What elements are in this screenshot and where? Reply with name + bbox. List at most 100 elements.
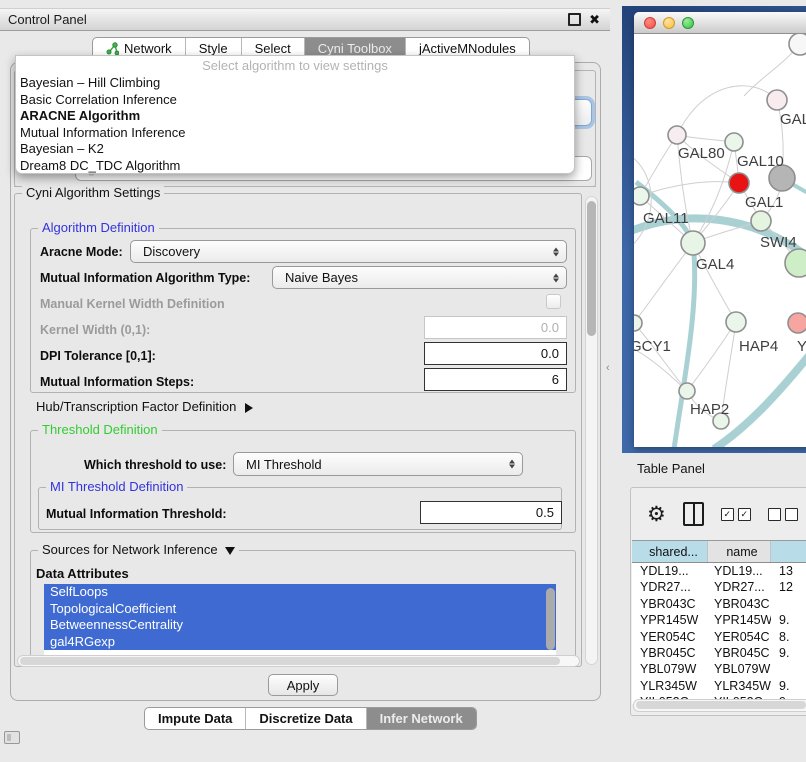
network-window-titlebar[interactable] [634, 12, 806, 34]
tab-label: Cyni Toolbox [318, 41, 392, 56]
float-panel-icon[interactable] [568, 13, 581, 26]
column-header-name[interactable]: name [708, 541, 771, 562]
settings-horizontal-scrollbar-thumb[interactable] [20, 657, 560, 665]
manual-kernel-width-label: Manual Kernel Width Definition [40, 297, 225, 311]
column-header-shared-name[interactable]: shared... [632, 541, 708, 562]
gear-icon[interactable]: ⚙ [647, 504, 666, 525]
tab-label: Style [199, 41, 228, 56]
table-panel: ⚙ ✓✓ shared... name YDL19...YDL19...13YD… [630, 487, 806, 716]
table-row[interactable]: YDR27...YDR27...12 [632, 579, 806, 595]
dropdown-item[interactable]: ARACNE Algorithm [16, 108, 574, 125]
network-node-label: HAP4 [739, 338, 778, 355]
table-cell: YDL19... [632, 563, 708, 579]
table-cell: 12 [771, 579, 806, 595]
network-node-gal10[interactable] [725, 133, 743, 151]
network-node-gal4[interactable] [681, 231, 705, 255]
window-zoom-icon[interactable] [682, 17, 694, 29]
table-row[interactable]: YBR045CYBR045C9. [632, 645, 806, 661]
attribute-list-item[interactable]: TopologicalCoefficient [44, 601, 556, 618]
collapse-down-icon[interactable] [225, 547, 235, 555]
select-all-columns-icon[interactable]: ✓✓ [721, 508, 751, 521]
tab-label: Infer Network [380, 711, 463, 726]
kernel-width-field[interactable] [424, 316, 567, 339]
table-row[interactable]: YLR345WYLR345W9. [632, 678, 806, 694]
attributes-list-scrollbar-thumb[interactable] [546, 588, 555, 650]
network-node-hap4[interactable] [726, 312, 746, 332]
table-row[interactable]: YPR145WYPR145W9. [632, 612, 806, 628]
dropdown-item[interactable]: Bayesian – K2 [16, 141, 574, 158]
network-node[interactable] [789, 34, 806, 55]
aracne-mode-combobox[interactable]: Discovery [130, 240, 567, 263]
table-cell: YDR27... [632, 579, 708, 595]
network-node-gal[interactable] [767, 90, 787, 110]
window-close-icon[interactable] [644, 17, 656, 29]
close-panel-icon[interactable]: ✖ [589, 13, 600, 26]
mi-steps-field[interactable] [424, 368, 567, 391]
dropdown-item[interactable]: Basic Correlation Inference [16, 92, 574, 109]
screen: { "control_panel": { "title": "Control P… [0, 0, 806, 762]
table-cell: YER054C [708, 629, 771, 645]
dropdown-item[interactable]: Mutual Information Inference [16, 125, 574, 142]
table-row[interactable]: YER054CYER054C8. [632, 629, 806, 645]
network-edge [640, 182, 739, 196]
expand-right-icon[interactable] [245, 403, 253, 413]
table-cell: YPR145W [708, 612, 771, 628]
apply-button[interactable]: Apply [268, 674, 338, 696]
table-cell: YBR043C [632, 596, 708, 612]
table-row[interactable]: YBR043CYBR043C [632, 596, 806, 612]
which-threshold-combobox[interactable]: MI Threshold [233, 452, 523, 476]
settings-vertical-scrollbar-thumb[interactable] [587, 201, 596, 336]
network-node-gal11[interactable] [634, 187, 649, 205]
mi-threshold-field[interactable] [420, 501, 562, 524]
network-node-label: GAL1 [745, 194, 783, 211]
attribute-list-item[interactable]: SelfLoops [44, 584, 556, 601]
manual-kernel-width-checkbox[interactable] [546, 294, 561, 309]
dpi-tolerance-field[interactable] [424, 342, 567, 365]
sources-group-title[interactable]: Sources for Network Inference [38, 542, 239, 557]
dropdown-item[interactable]: Bayesian – Hill Climbing [16, 75, 574, 92]
attribute-list-item[interactable]: BetweennessCentrality [44, 617, 556, 634]
attribute-list-item[interactable]: gal4RGexp [44, 634, 556, 651]
tab-infer-network[interactable]: Infer Network [367, 708, 476, 729]
network-edge [693, 243, 736, 322]
dropdown-item[interactable]: Dream8 DC_TDC Algorithm [16, 158, 574, 175]
column-header-clipped[interactable] [771, 541, 806, 562]
network-node-swi4[interactable] [785, 249, 806, 277]
mi-algorithm-type-combobox[interactable]: Naive Bayes [272, 266, 567, 289]
network-node-hap2[interactable] [679, 383, 695, 399]
column-layout-icon[interactable] [683, 502, 704, 526]
cyni-algorithm-settings-title: Cyni Algorithm Settings [22, 185, 164, 200]
network-node-gcy1[interactable] [634, 315, 642, 331]
table-horizontal-scrollbar-thumb[interactable] [636, 701, 806, 709]
tab-label: Network [124, 41, 172, 56]
table-cell: YBR045C [708, 645, 771, 661]
split-pane-collapse-icon[interactable]: ‹ [606, 362, 610, 374]
deselect-all-columns-icon[interactable] [768, 508, 798, 521]
table-row[interactable]: YDL19...YDL19...13 [632, 563, 806, 579]
network-node-y[interactable] [788, 313, 806, 333]
minimized-panel-icon[interactable] [4, 731, 20, 744]
hub-definition-expander[interactable]: Hub/Transcription Factor Definition [36, 399, 253, 414]
network-icon [106, 42, 119, 55]
threshold-definition-title: Threshold Definition [38, 422, 162, 437]
apply-button-label: Apply [287, 678, 320, 693]
network-node-gal80[interactable] [668, 126, 686, 144]
kernel-width-label: Kernel Width (0,1): [40, 323, 150, 337]
cyni-bottom-tabbar: Impute DataDiscretize Data Infer Network [144, 707, 477, 730]
network-node-gal1[interactable] [751, 211, 771, 231]
network-node-label: GAL4 [696, 256, 734, 273]
settings-vertical-scrollbar[interactable] [585, 196, 598, 665]
table-row[interactable]: YBL079WYBL079W [632, 661, 806, 677]
network-edge [714, 352, 806, 447]
algorithm-dropdown-items: Bayesian – Hill ClimbingBasic Correlatio… [16, 75, 574, 174]
settings-horizontal-scrollbar[interactable] [17, 655, 580, 667]
window-minimize-icon[interactable] [663, 17, 675, 29]
table-horizontal-scrollbar[interactable] [633, 699, 806, 712]
table-cell: 9. [771, 645, 806, 661]
tab-impute-data[interactable]: Impute Data [145, 708, 246, 729]
network-canvas[interactable]: GALGAL80GAL10GAL1GAL11SWI4GAL4GCY1HAP4YH… [634, 34, 806, 447]
aracne-mode-label: Aracne Mode: [40, 245, 123, 259]
network-graph[interactable]: GALGAL80GAL10GAL1GAL11SWI4GAL4GCY1HAP4YH… [634, 34, 806, 447]
tab-discretize-data[interactable]: Discretize Data [246, 708, 366, 729]
network-node[interactable] [729, 173, 749, 193]
